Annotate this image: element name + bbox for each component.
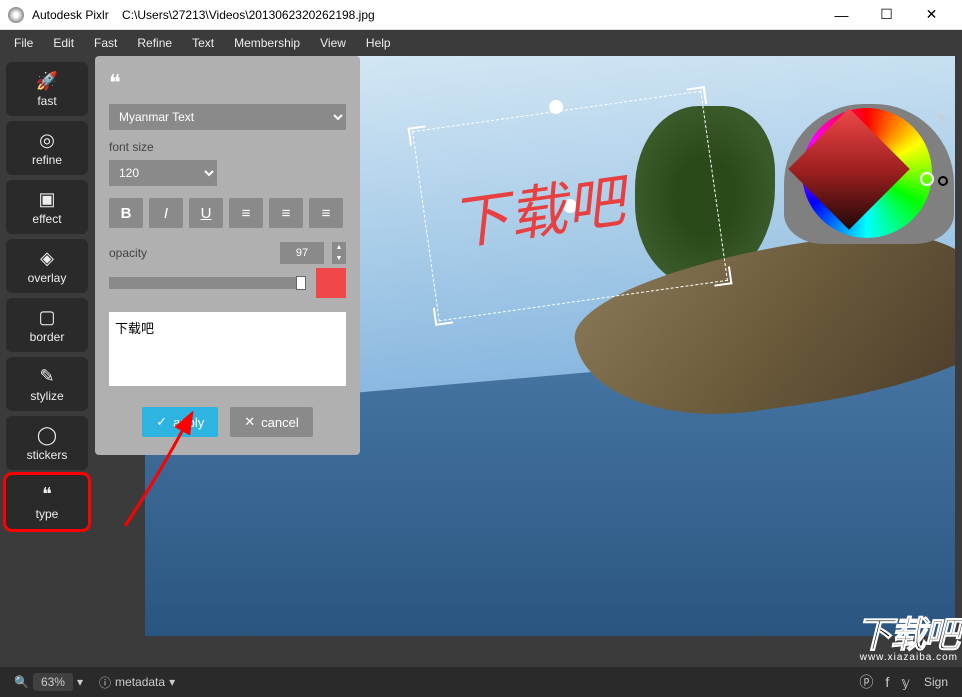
opacity-row: opacity 97 ▲▼ (109, 242, 346, 264)
cancel-button[interactable]: ✕ cancel (230, 407, 312, 437)
tool-label: fast (37, 94, 56, 108)
chevron-down-icon: ▾ (169, 675, 175, 689)
menu-membership[interactable]: Membership (224, 36, 310, 50)
sign-button[interactable]: Sign (916, 675, 956, 689)
menu-text[interactable]: Text (182, 36, 224, 50)
text-bounding-box[interactable]: 下载吧 (408, 86, 733, 326)
type-panel: ❝ Myanmar Text font size 120 B I U ≡ ≡ ≡… (95, 56, 360, 455)
file-path: C:\Users\27213\Videos\2013062320262198.j… (122, 8, 375, 22)
zoom-value[interactable]: 63% (33, 673, 73, 691)
apply-button[interactable]: ✓ apply (142, 407, 218, 437)
font-size-select[interactable]: 120 (109, 160, 217, 186)
minimize-button[interactable]: — (819, 0, 864, 30)
menu-edit[interactable]: Edit (43, 36, 84, 50)
align-right-button[interactable]: ≡ (309, 198, 343, 228)
corner-tl[interactable] (408, 125, 428, 145)
watermark-main: 下载吧 (856, 606, 958, 658)
layers-icon: ◈ (40, 248, 54, 269)
menu-refine[interactable]: Refine (127, 36, 182, 50)
target-icon: ◎ (39, 130, 55, 151)
window-controls: — ☐ ✕ (819, 0, 954, 30)
opacity-slider-row (109, 268, 346, 298)
panel-buttons: ✓ apply ✕ cancel (109, 407, 346, 437)
watermark-url: www.xiazaiba.com (856, 652, 958, 663)
watermark: 下载吧 www.xiazaiba.com (856, 606, 958, 663)
circle-icon: ◯ (37, 425, 57, 446)
metadata-label: metadata (115, 675, 165, 689)
bold-button[interactable]: B (109, 198, 143, 228)
cancel-label: cancel (261, 415, 299, 430)
menu-help[interactable]: Help (356, 36, 401, 50)
tool-border[interactable]: ▢ border (6, 298, 88, 352)
tool-label: overlay (28, 271, 67, 285)
border-icon: ▢ (38, 307, 55, 328)
tool-effect[interactable]: ▣ effect (6, 180, 88, 234)
color-wheel[interactable]: ✎ (784, 104, 954, 264)
menu-view[interactable]: View (310, 36, 356, 50)
text-color-swatch[interactable] (316, 268, 346, 298)
app-icon (8, 7, 24, 23)
eyedropper-icon[interactable]: ✎ (936, 110, 948, 127)
app-name: Autodesk Pixlr (32, 8, 109, 22)
left-toolbar: 🚀 fast ◎ refine ▣ effect ◈ overlay ▢ bor… (0, 56, 95, 667)
tool-label: stickers (27, 448, 68, 462)
tool-label: border (30, 330, 65, 344)
search-icon: 🔍 (14, 675, 29, 689)
slider-thumb[interactable] (296, 276, 306, 290)
sat-indicator[interactable] (938, 176, 948, 186)
pinterest-icon[interactable]: ⓟ (853, 672, 879, 692)
align-center-button[interactable]: ≡ (269, 198, 303, 228)
corner-tr[interactable] (687, 86, 707, 106)
align-left-button[interactable]: ≡ (229, 198, 263, 228)
underline-button[interactable]: U (189, 198, 223, 228)
facebook-icon[interactable]: f (879, 674, 895, 690)
menu-fast[interactable]: Fast (84, 36, 127, 50)
main-area: 🚀 fast ◎ refine ▣ effect ◈ overlay ▢ bor… (0, 56, 962, 667)
check-icon: ✓ (156, 414, 167, 430)
window-title: Autodesk Pixlr C:\Users\27213\Videos\201… (32, 8, 819, 22)
hue-indicator[interactable] (920, 172, 934, 186)
italic-button[interactable]: I (149, 198, 183, 228)
canvas-area: 下载吧 ❝ Myanmar Text font size 120 B I U ≡… (95, 56, 962, 667)
font-family-select[interactable]: Myanmar Text (109, 104, 346, 130)
titlebar: Autodesk Pixlr C:\Users\27213\Videos\201… (0, 0, 962, 30)
metadata-toggle[interactable]: ⓘ metadata ▾ (91, 674, 183, 691)
tool-overlay[interactable]: ◈ overlay (6, 239, 88, 293)
maximize-button[interactable]: ☐ (864, 0, 909, 30)
tool-label: effect (32, 212, 61, 226)
tool-label: refine (32, 153, 62, 167)
apply-label: apply (173, 415, 204, 430)
corner-bl[interactable] (433, 306, 453, 326)
tool-label: stylize (30, 389, 63, 403)
tool-fast[interactable]: 🚀 fast (6, 62, 88, 116)
quote-icon: ❝ (42, 484, 52, 505)
text-input[interactable] (109, 312, 346, 386)
statusbar: 🔍 63% ▾ ⓘ metadata ▾ ⓟ f 𝕪 Sign (0, 667, 962, 697)
tool-refine[interactable]: ◎ refine (6, 121, 88, 175)
rocket-icon: 🚀 (36, 71, 58, 92)
twitter-icon[interactable]: 𝕪 (895, 674, 916, 691)
close-button[interactable]: ✕ (909, 0, 954, 30)
menubar: File Edit Fast Refine Text Membership Vi… (0, 30, 962, 56)
opacity-slider[interactable] (109, 277, 306, 289)
film-icon: ▣ (38, 189, 55, 210)
corner-br[interactable] (712, 266, 732, 286)
chevron-down-icon: ▾ (77, 675, 83, 689)
brush-icon: ✎ (39, 366, 54, 387)
tool-stylize[interactable]: ✎ stylize (6, 357, 88, 411)
tool-type[interactable]: ❝ type (6, 475, 88, 529)
menu-file[interactable]: File (4, 36, 43, 50)
type-panel-icon: ❝ (109, 70, 346, 96)
tool-stickers[interactable]: ◯ stickers (6, 416, 88, 470)
tool-label: type (36, 507, 59, 521)
x-icon: ✕ (244, 414, 255, 430)
opacity-value[interactable]: 97 (280, 242, 324, 264)
zoom-control[interactable]: 🔍 63% ▾ (6, 673, 91, 691)
font-size-label: font size (109, 140, 346, 154)
opacity-spinner[interactable]: ▲▼ (332, 242, 346, 264)
text-style-row: B I U ≡ ≡ ≡ (109, 198, 346, 228)
opacity-label: opacity (109, 246, 272, 260)
info-icon: ⓘ (99, 674, 111, 691)
